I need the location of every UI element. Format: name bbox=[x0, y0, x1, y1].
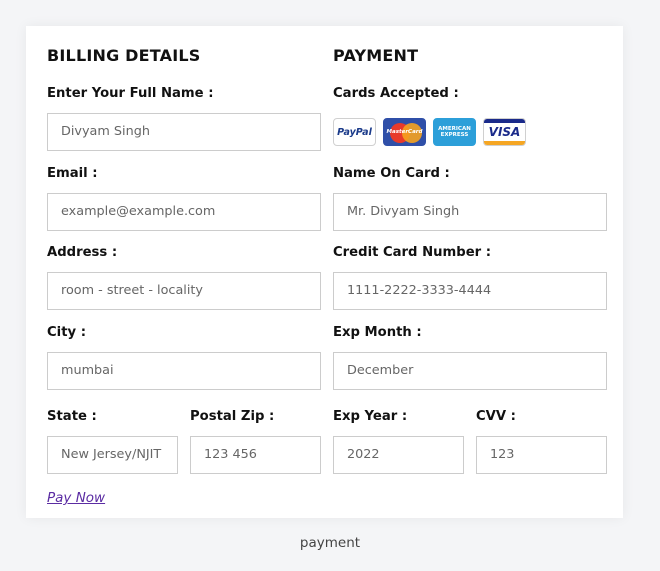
exp-year-input[interactable]: 2022 bbox=[333, 436, 464, 474]
visa-icon: VISA bbox=[483, 118, 526, 146]
city-input[interactable]: mumbai bbox=[47, 352, 321, 390]
zip-label: Postal Zip : bbox=[190, 409, 275, 424]
payment-title: PAYMENT bbox=[333, 46, 419, 65]
exp-year-label: Exp Year : bbox=[333, 409, 408, 424]
cvv-input[interactable]: 123 bbox=[476, 436, 607, 474]
email-label: Email : bbox=[47, 166, 98, 181]
name-on-card-input[interactable]: Mr. Divyam Singh bbox=[333, 193, 607, 231]
caption: payment bbox=[299, 535, 361, 551]
card-number-input[interactable]: 1111-2222-3333-4444 bbox=[333, 272, 607, 310]
billing-title: BILLING DETAILS bbox=[47, 46, 201, 65]
checkout-form: BILLING DETAILS Enter Your Full Name : D… bbox=[26, 26, 623, 518]
cvv-label: CVV : bbox=[476, 409, 516, 424]
full-name-label: Enter Your Full Name : bbox=[47, 86, 214, 101]
address-label: Address : bbox=[47, 245, 118, 260]
card-number-label: Credit Card Number : bbox=[333, 245, 492, 260]
paypal-icon: PayPal bbox=[333, 118, 376, 146]
mastercard-icon: MasterCard bbox=[383, 118, 426, 146]
state-input[interactable]: New Jersey/NJIT bbox=[47, 436, 178, 474]
zip-input[interactable]: 123 456 bbox=[190, 436, 321, 474]
accepted-cards: PayPal MasterCard AMERICAN EXPRESS VISA bbox=[333, 118, 526, 148]
address-input[interactable]: room - street - locality bbox=[47, 272, 321, 310]
amex-icon: AMERICAN EXPRESS bbox=[433, 118, 476, 146]
cards-accepted-label: Cards Accepted : bbox=[333, 86, 459, 101]
email-input[interactable]: example@example.com bbox=[47, 193, 321, 231]
city-label: City : bbox=[47, 325, 86, 340]
exp-month-label: Exp Month : bbox=[333, 325, 422, 340]
exp-month-input[interactable]: December bbox=[333, 352, 607, 390]
name-on-card-label: Name On Card : bbox=[333, 166, 450, 181]
full-name-input[interactable]: Divyam Singh bbox=[47, 113, 321, 151]
state-label: State : bbox=[47, 409, 97, 424]
pay-now-link[interactable]: Pay Now bbox=[47, 490, 105, 506]
